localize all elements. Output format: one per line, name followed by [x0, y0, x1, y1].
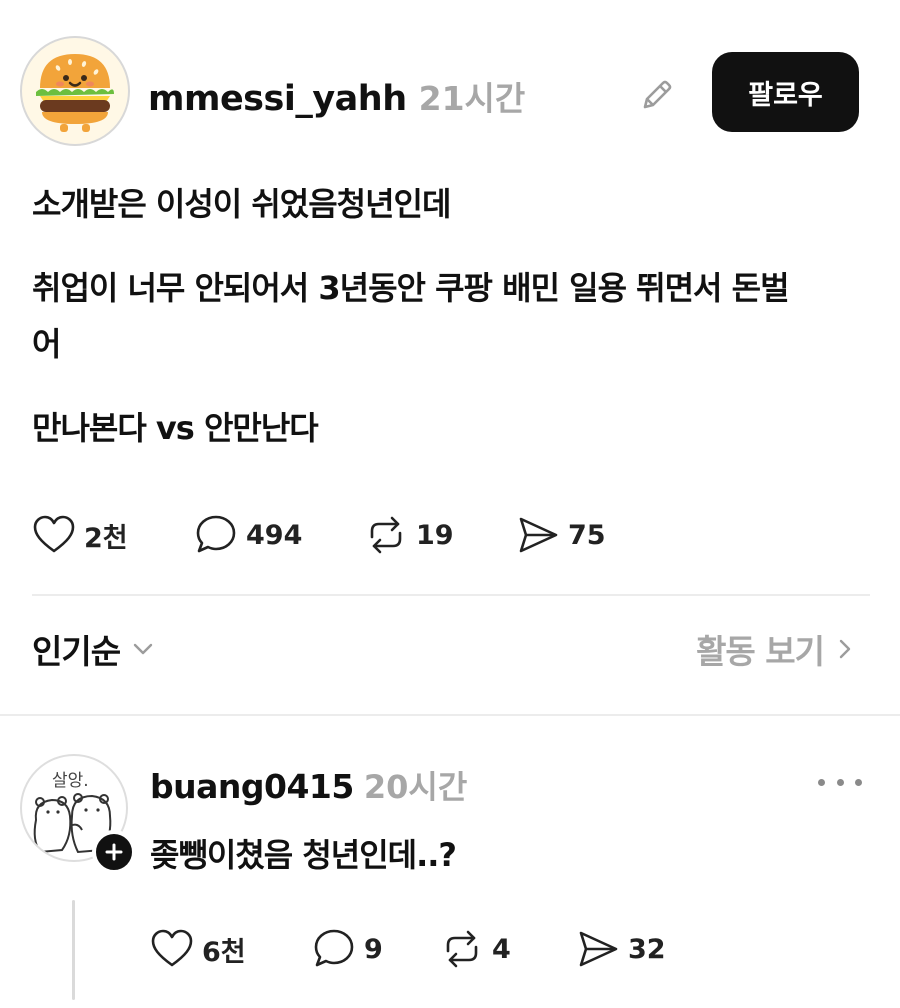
heart-icon [33, 515, 75, 553]
more-dots-icon[interactable] [818, 770, 862, 794]
reply-action-bar: 6천 9 4 32 [150, 924, 666, 974]
post-body: 소개받은 이성이 쉬었음청년인데 취업이 너무 안되어서 3년동안 쿠팡 배민 … [32, 176, 872, 456]
repost-icon [446, 930, 478, 968]
like-count: 2천 [84, 522, 128, 554]
post-timestamp: 21시간 [418, 79, 526, 118]
post-paragraph-1: 소개받은 이성이 쉬었음청년인데 [32, 185, 451, 223]
replies-sort-row: 인기순 활동 보기 [32, 625, 858, 685]
post-paragraph-2: 취업이 너무 안되어서 3년동안 쿠팡 배민 일용 뛰면서 돈벌어 [32, 269, 790, 363]
chevron-right-icon [839, 639, 851, 659]
reply-text: 좆뺑이쳤음 청년인데..? [150, 836, 457, 874]
activity-label: 활동 보기 [696, 632, 825, 671]
send-icon [519, 517, 558, 553]
thread-post-page: mmessi_yahh 21시간 팔로우 소개받은 이성이 쉬었음청년인데 취업… [0, 0, 900, 1008]
chevron-down-icon [133, 643, 153, 655]
repost-button[interactable]: 19 [364, 513, 516, 557]
reply-repost-count: 4 [492, 933, 511, 965]
comment-bubble-icon [314, 929, 354, 967]
share-count: 75 [568, 519, 606, 551]
plus-icon [105, 843, 123, 861]
avatar-text: 살앙. [52, 771, 89, 791]
reply-repost-button[interactable]: 4 [440, 927, 576, 971]
comment-count: 494 [246, 519, 303, 551]
reply-like-count: 6천 [202, 936, 246, 968]
reply-timestamp: 20시간 [363, 768, 468, 806]
post-action-bar: 2천 494 19 75 [32, 510, 606, 560]
reply-share-button[interactable]: 32 [576, 927, 666, 971]
sort-dropdown[interactable]: 인기순 [32, 625, 158, 673]
follow-add-button[interactable] [92, 830, 136, 874]
sort-label: 인기순 [32, 632, 121, 671]
divider [32, 594, 870, 596]
share-button[interactable]: 75 [516, 513, 606, 557]
reply-comment-count: 9 [364, 933, 383, 965]
post-user-line: mmessi_yahh 21시간 [148, 72, 525, 120]
reply-user-line: buang0415 20시간 [150, 762, 467, 808]
repost-count: 19 [416, 519, 454, 551]
comment-button[interactable]: 494 [194, 513, 364, 557]
post-header: mmessi_yahh 21시간 팔로우 [20, 36, 870, 148]
thread-line [72, 900, 75, 1000]
pencil-icon[interactable] [636, 74, 678, 116]
repost-icon [370, 516, 402, 554]
comment-bubble-icon [196, 515, 236, 553]
heart-icon [151, 929, 193, 967]
reply-avatar-wrap: 살앙. [20, 754, 136, 874]
post-paragraph-3: 만나본다 vs 안만난다 [32, 409, 319, 447]
post-username[interactable]: mmessi_yahh [148, 79, 407, 119]
send-icon [579, 931, 618, 967]
burger-avatar-icon [36, 54, 114, 132]
section-divider [0, 714, 900, 716]
like-button[interactable]: 2천 [32, 513, 194, 557]
view-activity-button[interactable]: 활동 보기 [696, 625, 858, 673]
reply-share-count: 32 [628, 933, 666, 965]
reply-like-button[interactable]: 6천 [150, 927, 312, 971]
reply-username[interactable]: buang0415 [150, 767, 354, 806]
follow-button[interactable]: 팔로우 [712, 52, 859, 132]
post-author-avatar[interactable] [20, 36, 130, 146]
reply-comment-button[interactable]: 9 [312, 927, 440, 971]
